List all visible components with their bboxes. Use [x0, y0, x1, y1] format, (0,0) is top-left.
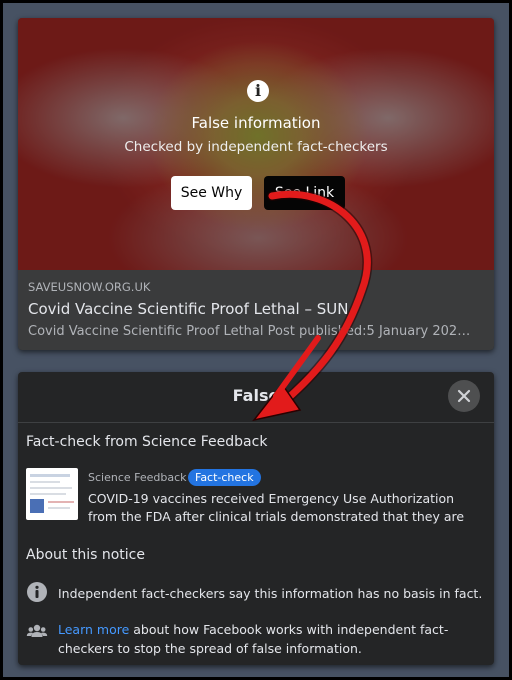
fact-check-summary[interactable]: COVID-19 vaccines received Emergency Use… — [88, 490, 480, 526]
see-link-button[interactable]: See Link — [264, 176, 345, 210]
dialog-title: False — [232, 386, 280, 405]
info-icon: i — [247, 80, 269, 102]
fact-check-thumbnail[interactable] — [26, 468, 78, 520]
link-title: Covid Vaccine Scientific Proof Lethal – … — [28, 300, 349, 318]
learn-more-link[interactable]: Learn more — [58, 622, 129, 637]
post-card: i False information Checked by independe… — [18, 18, 494, 350]
fact-check-heading: Fact-check from Science Feedback — [26, 434, 268, 450]
fact-check-source: Science Feedback — [88, 471, 187, 484]
about-notice-heading: About this notice — [26, 547, 145, 563]
info-icon — [27, 582, 47, 602]
people-icon — [26, 624, 48, 637]
notice-text: Independent fact-checkers say this infor… — [58, 586, 483, 601]
see-why-button[interactable]: See Why — [171, 176, 252, 210]
link-description: Covid Vaccine Scientific Proof Lethal Po… — [28, 324, 478, 339]
link-domain: SAVEUSNOW.ORG.UK — [28, 280, 151, 294]
link-preview[interactable]: SAVEUSNOW.ORG.UK Covid Vaccine Scientifi… — [18, 270, 494, 350]
close-icon — [457, 389, 471, 403]
fact-check-dialog: False Fact-check from Science Feedback S… — [18, 372, 494, 665]
overlay-title: False information — [191, 114, 321, 132]
close-button[interactable] — [448, 380, 480, 412]
fact-check-badge: Fact-check — [188, 469, 261, 486]
overlay-subtitle: Checked by independent fact-checkers — [124, 139, 388, 155]
learn-more-text: Learn more about how Facebook works with… — [58, 620, 484, 658]
dialog-header: False — [18, 372, 494, 423]
